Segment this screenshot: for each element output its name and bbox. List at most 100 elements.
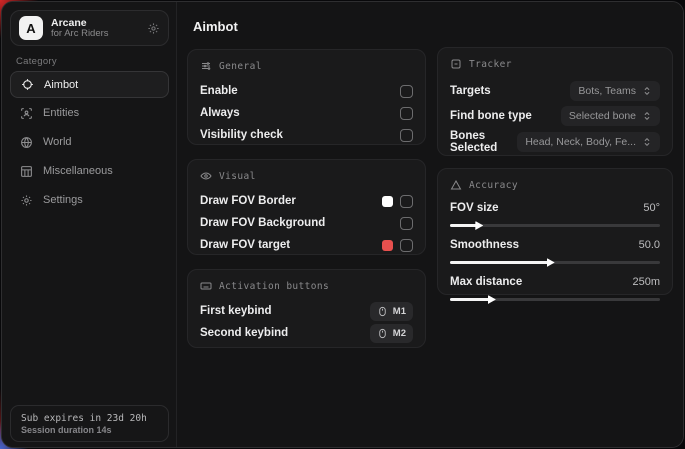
setting-label: Targets	[450, 85, 491, 97]
setting-label: First keybind	[200, 305, 272, 317]
select-value: Bots, Teams	[578, 85, 636, 97]
setting-row-fov-background: Draw FOV Background	[200, 212, 413, 234]
slider-fill	[450, 224, 477, 227]
bones-selected-select[interactable]: Head, Neck, Body, Fe...	[517, 132, 660, 152]
gear-icon	[20, 194, 33, 207]
setting-row-bones-selected: Bones Selected Head, Neck, Body, Fe...	[450, 129, 660, 155]
sidebar-item-settings[interactable]: Settings	[10, 186, 169, 214]
fov-size-slider[interactable]	[450, 224, 660, 227]
setting-label: Max distance	[450, 276, 522, 288]
mouse-icon	[377, 328, 388, 339]
setting-row-fov-size: FOV size 50°	[450, 199, 660, 227]
select-value: Head, Neck, Body, Fe...	[525, 136, 636, 148]
sliders-icon	[200, 60, 212, 72]
enable-checkbox[interactable]	[400, 85, 413, 98]
setting-row-second-keybind: Second keybind M2	[200, 322, 413, 344]
sidebar-item-world[interactable]: World	[10, 128, 169, 156]
slider-fill	[450, 298, 490, 301]
main-content: Aimbot General Enable Always	[178, 2, 683, 447]
setting-row-enable: Enable	[200, 80, 413, 102]
select-value: Selected bone	[569, 110, 636, 122]
setting-label: FOV size	[450, 202, 499, 214]
setting-label: Find bone type	[450, 110, 532, 122]
targets-select[interactable]: Bots, Teams	[570, 81, 660, 101]
page-title: Aimbot	[193, 19, 238, 34]
sidebar-nav: Aimbot Entities	[10, 71, 169, 215]
setting-label: Bones Selected	[450, 130, 517, 154]
app-window: A Arcane for Arc Riders Category	[1, 1, 684, 448]
grid-icon	[20, 165, 33, 178]
accuracy-card: Accuracy FOV size 50° Smoothness 50.0	[437, 168, 673, 295]
chevrons-up-down-icon	[642, 111, 652, 121]
setting-label: Smoothness	[450, 239, 519, 251]
eye-icon	[200, 170, 212, 182]
brand-text: Arcane for Arc Riders	[51, 17, 139, 40]
session-duration-text: Session duration 14s	[21, 425, 158, 435]
fov-background-checkbox[interactable]	[400, 217, 413, 230]
smoothness-value: 50.0	[639, 239, 660, 251]
first-keybind-button[interactable]: M1	[370, 302, 413, 321]
max-distance-value: 250m	[632, 276, 660, 288]
refresh-icon[interactable]	[147, 22, 160, 35]
sub-expires-text: Sub expires in 23d 20h	[21, 413, 158, 424]
sidebar-item-label: World	[43, 136, 72, 148]
section-title: Activation buttons	[219, 281, 329, 292]
section-title: Accuracy	[469, 180, 518, 191]
brand-name: Arcane	[51, 17, 139, 29]
brand-subtitle: for Arc Riders	[51, 29, 139, 40]
always-checkbox[interactable]	[400, 107, 413, 120]
accuracy-header: Accuracy	[450, 179, 660, 191]
fov-target-color-swatch[interactable]	[382, 240, 393, 251]
crosshair-icon	[21, 78, 34, 91]
sidebar-item-miscellaneous[interactable]: Miscellaneous	[10, 157, 169, 185]
section-title: Tracker	[469, 59, 512, 70]
triangle-icon	[450, 179, 462, 191]
second-keybind-button[interactable]: M2	[370, 324, 413, 343]
keybind-value: M1	[393, 306, 406, 317]
setting-label: Second keybind	[200, 327, 288, 339]
fov-target-checkbox[interactable]	[400, 239, 413, 252]
sidebar-item-label: Aimbot	[44, 79, 78, 91]
visibility-check-checkbox[interactable]	[400, 129, 413, 142]
sidebar: A Arcane for Arc Riders Category	[2, 2, 177, 447]
brand-card: A Arcane for Arc Riders	[10, 10, 169, 46]
chevrons-up-down-icon	[642, 86, 652, 96]
setting-label: Enable	[200, 85, 238, 97]
brand-logo: A	[19, 16, 43, 40]
setting-row-find-bone-type: Find bone type Selected bone	[450, 103, 660, 129]
setting-row-max-distance: Max distance 250m	[450, 273, 660, 301]
activation-header: Activation buttons	[200, 280, 413, 292]
chevrons-up-down-icon	[642, 137, 652, 147]
max-distance-slider[interactable]	[450, 298, 660, 301]
fov-size-value: 50°	[643, 202, 660, 214]
setting-row-visibility-check: Visibility check	[200, 124, 413, 146]
sidebar-item-label: Settings	[43, 194, 83, 206]
tracker-card: Tracker Targets Bots, Teams Find bone ty…	[437, 47, 673, 156]
smoothness-slider[interactable]	[450, 261, 660, 264]
general-card: General Enable Always Visibility check	[187, 49, 426, 145]
general-header: General	[200, 60, 413, 72]
sidebar-item-aimbot[interactable]: Aimbot	[10, 71, 169, 98]
setting-row-smoothness: Smoothness 50.0	[450, 236, 660, 264]
visual-card: Visual Draw FOV Border Draw FOV Backgrou…	[187, 159, 426, 255]
find-bone-type-select[interactable]: Selected bone	[561, 106, 660, 126]
slider-fill	[450, 261, 549, 264]
setting-label: Draw FOV Border	[200, 195, 296, 207]
visual-header: Visual	[200, 170, 413, 182]
subscription-card: Sub expires in 23d 20h Session duration …	[10, 405, 169, 442]
fov-border-color-swatch[interactable]	[382, 196, 393, 207]
sidebar-item-entities[interactable]: Entities	[10, 99, 169, 127]
entities-scan-icon	[20, 107, 33, 120]
setting-row-always: Always	[200, 102, 413, 124]
fov-border-checkbox[interactable]	[400, 195, 413, 208]
mouse-icon	[377, 306, 388, 317]
setting-row-fov-target: Draw FOV target	[200, 234, 413, 256]
section-title: General	[219, 61, 262, 72]
globe-icon	[20, 136, 33, 149]
tracker-header: Tracker	[450, 58, 660, 70]
setting-row-targets: Targets Bots, Teams	[450, 78, 660, 103]
keyboard-icon	[200, 280, 212, 292]
setting-label: Always	[200, 107, 240, 119]
setting-row-first-keybind: First keybind M1	[200, 300, 413, 322]
category-label: Category	[16, 56, 57, 67]
